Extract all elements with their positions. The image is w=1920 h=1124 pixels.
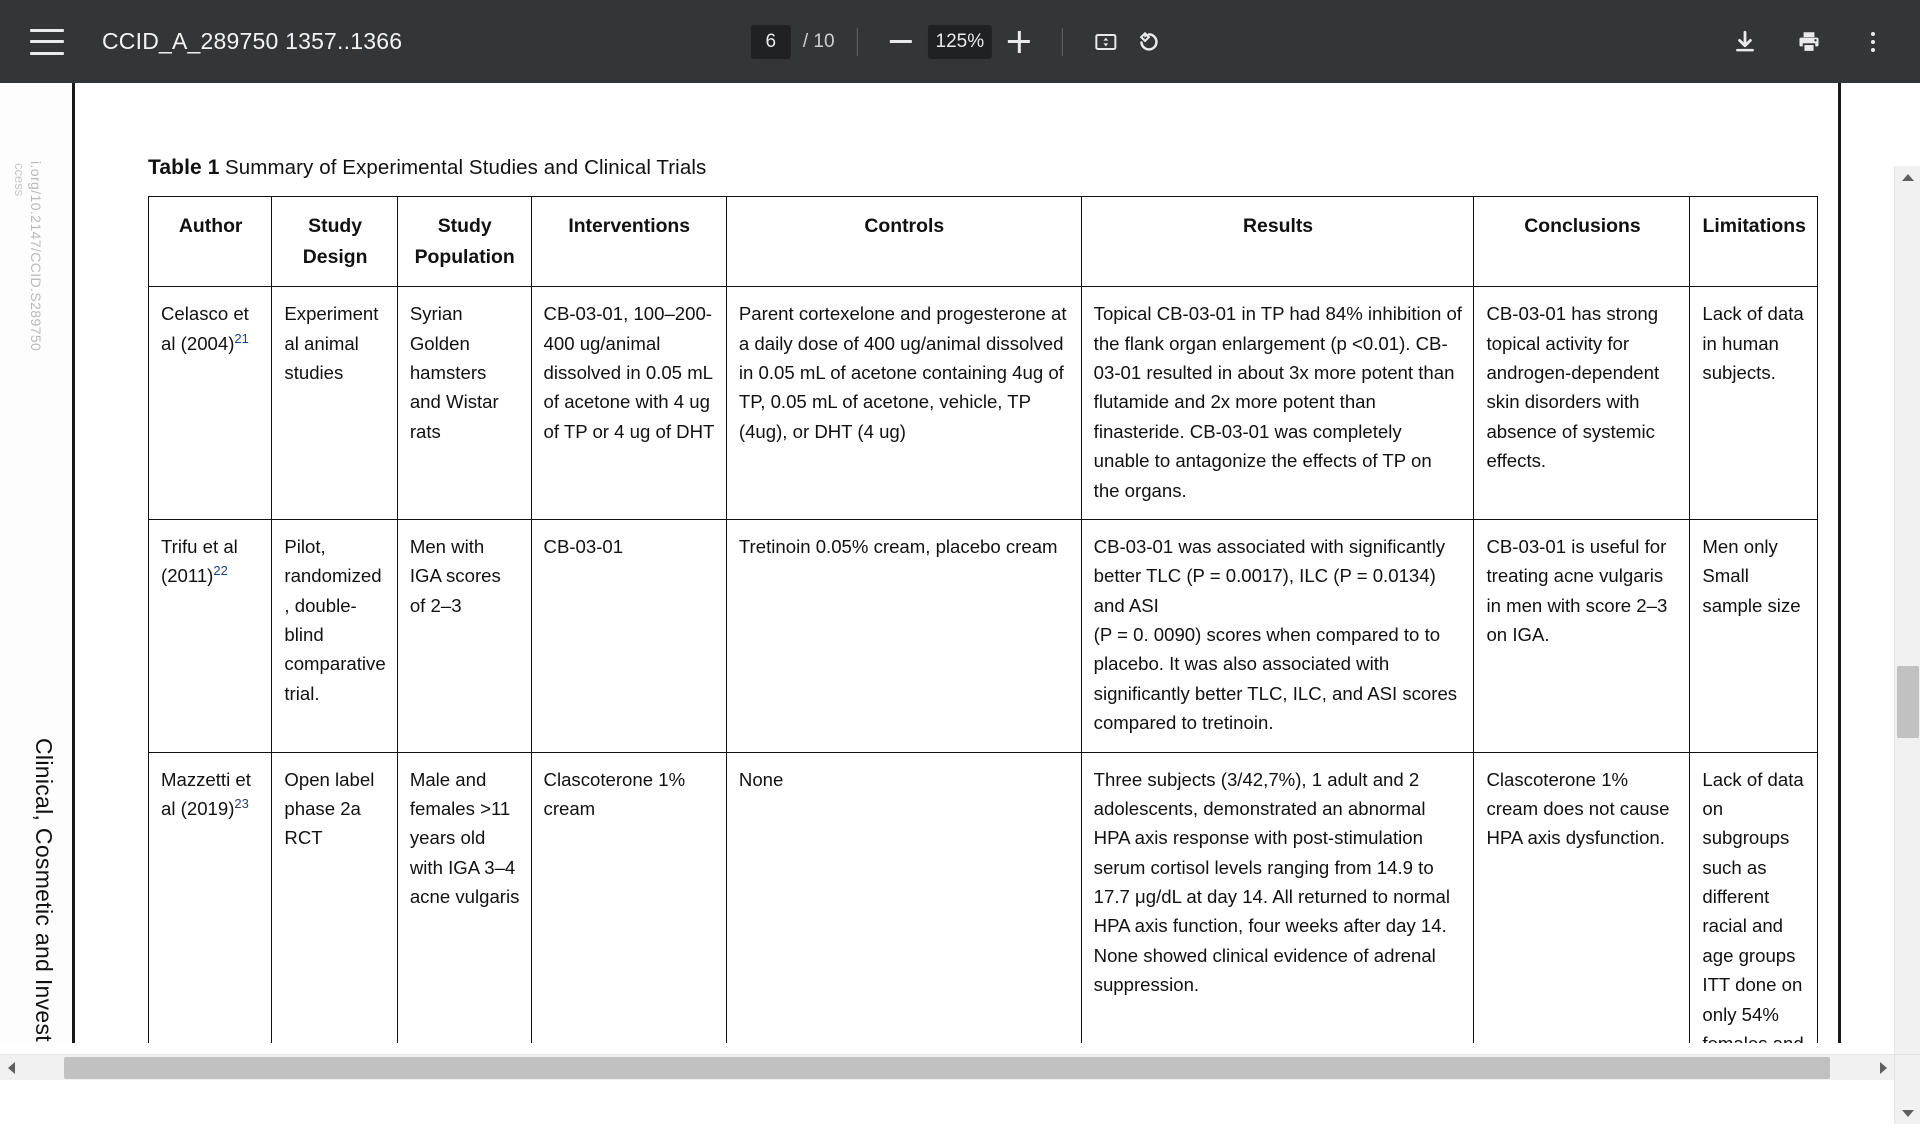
reference-link[interactable]: 23 — [234, 796, 248, 811]
cell-controls: Parent cortexelone and progesterone at a… — [725, 286, 1082, 520]
author-year: (2019) — [180, 798, 235, 820]
page-number-input[interactable]: 6 — [750, 24, 791, 59]
chevron-up-icon — [1902, 173, 1914, 181]
author-name: Trifu et al — [161, 535, 238, 557]
cell-conclusions: CB-03-01 has strong topical activity for… — [1473, 286, 1691, 520]
cell-study-population: Syrian Golden hamsters and Wistar rats — [396, 286, 532, 520]
rotate-button[interactable] — [1127, 21, 1169, 63]
print-button[interactable] — [1788, 21, 1830, 63]
cell-results: CB-03-01 was associated with significant… — [1080, 518, 1475, 753]
column-header-results: Results — [1080, 195, 1475, 288]
cell-results: Topical CB-03-01 in TP had 84% inhibitio… — [1080, 286, 1475, 520]
table-caption-text: Summary of Experimental Studies and Clin… — [225, 156, 707, 179]
cell-author: Trifu et al (2011)22 — [147, 518, 273, 753]
chevron-right-icon — [1879, 1062, 1887, 1074]
document-title: CCID_A_289750 1357..1366 — [102, 28, 403, 54]
column-header-interventions: Interventions — [530, 195, 727, 288]
horizontal-scrollbar[interactable] — [0, 1054, 1894, 1080]
cell-results: Three subjects (3/42,7%), 1 adult and 2 … — [1080, 751, 1475, 1043]
reference-link[interactable]: 22 — [213, 563, 227, 578]
scroll-right-button[interactable] — [1872, 1055, 1894, 1081]
page-count-label: / 10 — [802, 30, 835, 52]
table-caption: Table 1 Summary of Experimental Studies … — [148, 155, 1818, 180]
column-header-limitations: Limitations — [1689, 195, 1818, 288]
download-button[interactable] — [1724, 21, 1766, 63]
toolbar-center-group: 6 / 10 125% — [750, 21, 1169, 63]
zoom-in-button[interactable] — [998, 21, 1040, 63]
cell-controls: None — [725, 751, 1082, 1043]
cell-interventions: Clascoterone 1% cream — [530, 751, 727, 1043]
rotate-counterclockwise-icon — [1139, 31, 1158, 51]
chevron-left-icon — [7, 1062, 15, 1074]
cell-conclusions: CB-03-01 is useful for treating acne vul… — [1473, 518, 1691, 753]
cell-study-population: Male and females >11 years old with IGA … — [396, 751, 532, 1043]
chevron-down-icon — [1902, 1109, 1914, 1117]
page-right-rule — [1838, 83, 1841, 1043]
page-left-rule — [72, 83, 75, 1043]
column-header-study-population: Study Population — [396, 195, 532, 288]
cell-study-population: Men with IGA scores of 2–3 — [396, 518, 532, 753]
zoom-level-display[interactable]: 125% — [927, 24, 993, 59]
table-row: Trifu et al (2011)22 Pilot, randomized, … — [147, 518, 1818, 753]
more-options-button[interactable] — [1852, 21, 1894, 63]
table-container: Table 1 Summary of Experimental Studies … — [147, 155, 1818, 1043]
fit-to-page-icon — [1095, 33, 1117, 50]
scroll-up-button[interactable] — [1895, 166, 1920, 188]
table-header-row: Author Study Design Study Population Int… — [147, 195, 1818, 288]
column-header-conclusions: Conclusions — [1473, 195, 1691, 288]
toolbar-left-group: CCID_A_289750 1357..1366 — [0, 28, 402, 55]
cell-interventions: CB-03-01 — [530, 518, 727, 753]
cell-controls: Tretinoin 0.05% cream, placebo cream — [725, 518, 1082, 753]
cell-conclusions: Clascoterone 1% cream does not cause HPA… — [1473, 751, 1691, 1043]
print-icon — [1799, 31, 1819, 53]
column-header-author: Author — [147, 195, 273, 288]
scroll-left-button[interactable] — [0, 1055, 22, 1081]
cell-study-design: Experimental animal studies — [271, 286, 398, 520]
zoom-out-button[interactable] — [880, 21, 922, 63]
cell-study-design: Pilot, randomized, double-blind comparat… — [271, 518, 398, 753]
open-access-vertical-text: ccess — [12, 163, 27, 197]
cell-limitations: Lack of data on subgroups such as differ… — [1689, 751, 1818, 1043]
download-icon — [1736, 30, 1754, 51]
scrollbar-corner — [1894, 1054, 1920, 1080]
pdf-viewer-toolbar: CCID_A_289750 1357..1366 6 / 10 125% — [0, 0, 1920, 83]
vertical-scrollbar[interactable] — [1894, 166, 1920, 1124]
toolbar-right-group — [1724, 21, 1894, 63]
plus-icon — [1008, 30, 1031, 53]
doi-vertical-text: i.org/10.2147/CCID.S289750 — [28, 161, 44, 352]
cell-limitations: Men only Small sample size — [1689, 518, 1818, 753]
scroll-down-button[interactable] — [1895, 1102, 1920, 1124]
cell-author: Celasco et al (2004)21 — [147, 286, 273, 520]
cell-limitations: Lack of data in human subjects. — [1689, 286, 1818, 520]
vertical-scroll-thumb[interactable] — [1897, 666, 1919, 738]
cell-author: Mazzetti et al (2019)23 — [147, 751, 273, 1043]
cell-interventions: CB-03-01, 100–200-400 ug/animal dissolve… — [530, 286, 727, 520]
table-row: Mazzetti et al (2019)23 Open label phase… — [147, 751, 1818, 1043]
horizontal-scroll-thumb[interactable] — [64, 1057, 1830, 1079]
minus-icon — [889, 40, 912, 43]
cell-study-design: Open label phase 2a RCT — [271, 751, 398, 1043]
table-caption-label: Table 1 — [148, 156, 220, 179]
column-header-controls: Controls — [725, 195, 1082, 288]
journal-name-vertical-text: Clinical, Cosmetic and Investigational D… — [31, 738, 57, 1043]
table-row: Celasco et al (2004)21 Experimental anim… — [147, 286, 1818, 520]
more-options-icon — [1871, 31, 1875, 52]
toolbar-divider-1 — [856, 27, 858, 56]
reference-link[interactable]: 21 — [234, 331, 248, 346]
hamburger-menu-icon[interactable] — [30, 28, 64, 55]
summary-table: Author Study Design Study Population Int… — [147, 195, 1818, 1043]
column-header-study-design: Study Design — [271, 195, 398, 288]
toolbar-divider-2 — [1062, 27, 1064, 56]
author-year: (2004) — [180, 332, 235, 354]
fit-to-page-button[interactable] — [1085, 21, 1127, 63]
author-year: (2011) — [161, 565, 214, 587]
pdf-viewer-area: ccess i.org/10.2147/CCID.S289750 Clinica… — [0, 83, 1920, 1124]
pdf-page-canvas: ccess i.org/10.2147/CCID.S289750 Clinica… — [0, 83, 1843, 1043]
